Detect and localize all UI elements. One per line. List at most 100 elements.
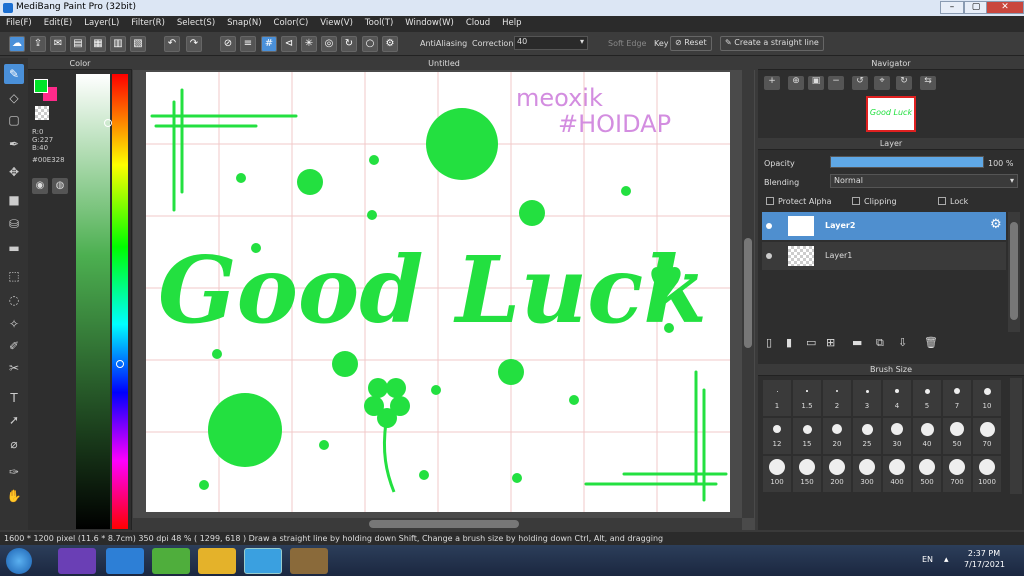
windows-start-icon[interactable] xyxy=(6,548,32,574)
fill-rect-tool-icon[interactable]: ■ xyxy=(4,190,24,210)
vertical-scrollbar[interactable] xyxy=(742,70,754,518)
menu-filter[interactable]: Filter(R) xyxy=(125,16,171,28)
move-tool-icon[interactable]: ✥ xyxy=(4,162,24,182)
brush-size-option[interactable]: 30 xyxy=(883,418,911,454)
layer-row-layer2[interactable]: Layer2 ⚙ xyxy=(762,212,1006,240)
brush-size-option[interactable]: 200 xyxy=(823,456,851,492)
brush-size-option[interactable]: 1.5 xyxy=(793,380,821,416)
language-indicator[interactable]: EN xyxy=(922,555,933,564)
color-history-icon[interactable]: ◍ xyxy=(52,178,68,194)
folder-icon[interactable]: ▬ xyxy=(852,336,862,349)
gradient-tool-icon[interactable]: ▬ xyxy=(4,238,24,258)
select-pen-tool-icon[interactable]: ✐ xyxy=(4,336,24,356)
snap-radial-icon[interactable]: ✳ xyxy=(301,36,317,52)
eraser-tool-icon[interactable]: ◇ xyxy=(4,88,24,108)
select-rect-tool-icon[interactable]: ⬚ xyxy=(4,266,24,286)
correction-select[interactable]: 40 ▾ xyxy=(514,36,588,50)
snap-perspective-icon[interactable]: ⊲ xyxy=(281,36,297,52)
reset-button[interactable]: ⊘ Reset xyxy=(670,36,712,51)
primary-color-swatch[interactable] xyxy=(34,79,48,93)
zoom-fit-icon[interactable]: ⊕ xyxy=(788,76,804,90)
zoom-in-icon[interactable]: + xyxy=(764,76,780,90)
menu-window[interactable]: Window(W) xyxy=(399,16,460,28)
cloud-icon[interactable]: ☁ xyxy=(9,36,25,52)
visual-studio-icon[interactable] xyxy=(58,548,96,574)
magic-wand-tool-icon[interactable]: ✧ xyxy=(4,314,24,334)
blending-select[interactable]: Normal ▾ xyxy=(830,174,1018,188)
snap-circle-icon[interactable]: ◎ xyxy=(321,36,337,52)
snap-grid-icon[interactable]: # xyxy=(261,36,277,52)
minimize-button[interactable]: – xyxy=(940,1,964,14)
brush-size-option[interactable]: 700 xyxy=(943,456,971,492)
share-icon[interactable]: ⇪ xyxy=(30,36,46,52)
dropper-tool-icon[interactable]: ✑ xyxy=(4,462,24,482)
menu-cloud[interactable]: Cloud xyxy=(460,16,496,28)
transparent-swatch[interactable] xyxy=(35,106,49,120)
snap-ellipse-icon[interactable]: ○ xyxy=(362,36,378,52)
trash-icon[interactable]: 🗑 xyxy=(924,336,938,349)
brush-scrollbar[interactable] xyxy=(1010,378,1022,494)
brush-size-option[interactable]: 150 xyxy=(793,456,821,492)
menu-select[interactable]: Select(S) xyxy=(171,16,221,28)
new-halftone-layer-icon[interactable]: ▮ xyxy=(786,336,792,349)
hand-tool-icon[interactable]: ✋ xyxy=(4,486,24,506)
gear-icon[interactable]: ⚙ xyxy=(990,217,1002,232)
snap-off-icon[interactable]: ⊘ xyxy=(220,36,236,52)
brush-size-option[interactable]: 300 xyxy=(853,456,881,492)
protect-alpha-checkbox[interactable] xyxy=(766,197,774,205)
redo-icon[interactable]: ↷ xyxy=(186,36,202,52)
medibang-taskbar-icon[interactable] xyxy=(244,548,282,574)
flip-icon[interactable]: ⇆ xyxy=(920,76,936,90)
text-tool-icon[interactable]: T xyxy=(4,388,24,408)
new-layer-icon[interactable]: ▯ xyxy=(766,336,772,349)
menu-snap[interactable]: Snap(N) xyxy=(221,16,267,28)
brush-size-option[interactable]: 12 xyxy=(763,418,791,454)
rect-tool-icon[interactable]: ▢ xyxy=(4,110,24,130)
merge-layer-icon[interactable]: ⇩ xyxy=(898,336,907,349)
brush-size-option[interactable]: 4 xyxy=(883,380,911,416)
opacity-slider[interactable] xyxy=(830,156,984,168)
horizontal-scroll-thumb[interactable] xyxy=(369,520,519,528)
panel-icon[interactable]: ▥ xyxy=(110,36,126,52)
brush-size-option[interactable]: 1000 xyxy=(973,456,1001,492)
saturation-bar[interactable] xyxy=(76,74,110,529)
brush-size-option[interactable]: 400 xyxy=(883,456,911,492)
horizontal-scrollbar[interactable] xyxy=(133,518,742,530)
zoom-out-icon[interactable]: − xyxy=(828,76,844,90)
document-icon[interactable]: ▦ xyxy=(90,36,106,52)
coccoc-browser-icon[interactable] xyxy=(152,548,190,574)
lasso-tool-icon[interactable]: ◌ xyxy=(4,290,24,310)
hue-cursor[interactable] xyxy=(116,360,124,368)
pen-tool-icon[interactable]: ✒ xyxy=(4,134,24,154)
rotate-right-icon[interactable]: ↻ xyxy=(896,76,912,90)
brush-size-option[interactable]: 40 xyxy=(913,418,941,454)
brush-size-option[interactable]: 3 xyxy=(853,380,881,416)
maximize-button[interactable]: ▢ xyxy=(964,1,988,14)
brush-size-option[interactable]: 10 xyxy=(973,380,1001,416)
brush-size-option[interactable]: 25 xyxy=(853,418,881,454)
close-button[interactable]: ✕ xyxy=(986,1,1024,14)
menu-file[interactable]: File(F) xyxy=(0,16,38,28)
layer-scroll-thumb[interactable] xyxy=(1010,222,1018,320)
drawing-canvas[interactable]: Good Luck meoxik #HOIDAP xyxy=(146,72,730,512)
new-8bit-layer-icon[interactable]: ▭ xyxy=(806,336,816,349)
operation-tool-icon[interactable]: ➚ xyxy=(4,410,24,430)
hue-bar[interactable] xyxy=(112,74,128,529)
select-eraser-tool-icon[interactable]: ✂ xyxy=(4,358,24,378)
eye-icon[interactable] xyxy=(766,223,772,229)
menu-tool[interactable]: Tool(T) xyxy=(359,16,399,28)
straight-line-button[interactable]: ✎ Create a straight line xyxy=(720,36,824,51)
comment-icon[interactable]: ✉ xyxy=(50,36,66,52)
brush-size-option[interactable]: 100 xyxy=(763,456,791,492)
brush-size-option[interactable]: 2 xyxy=(823,380,851,416)
palette-icon[interactable]: ◉ xyxy=(32,178,48,194)
menu-help[interactable]: Help xyxy=(496,16,527,28)
brush-size-option[interactable]: 5 xyxy=(913,380,941,416)
layout-icon[interactable]: ▧ xyxy=(130,36,146,52)
brush-size-option[interactable]: 7 xyxy=(943,380,971,416)
menu-layer[interactable]: Layer(L) xyxy=(78,16,125,28)
chat-icon[interactable]: ▤ xyxy=(70,36,86,52)
reset-view-icon[interactable]: ⌖ xyxy=(874,76,890,90)
clock[interactable]: 2:37 PM 7/17/2021 xyxy=(964,548,1005,570)
snap-parallel-icon[interactable]: ≡ xyxy=(240,36,256,52)
